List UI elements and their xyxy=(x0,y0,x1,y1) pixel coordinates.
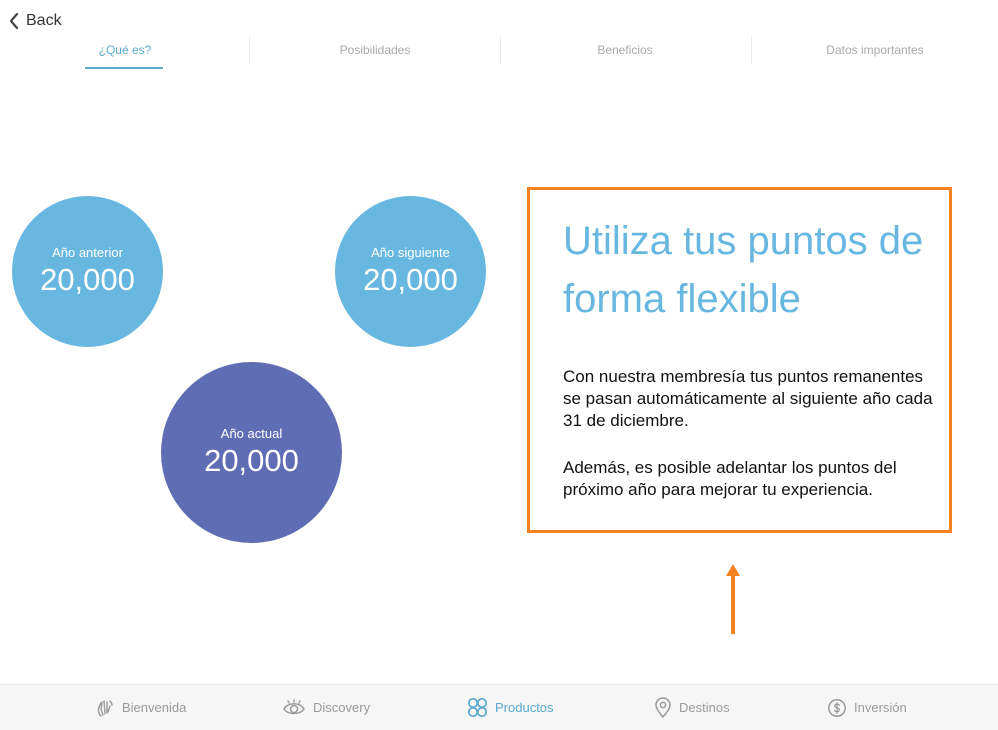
circle-previous-year: Año anterior 20,000 xyxy=(12,196,163,347)
content-paragraph: Además, es posible adelantar los puntos … xyxy=(563,458,897,499)
active-tab-indicator xyxy=(85,67,163,69)
nav-item-label: Inversión xyxy=(854,700,907,715)
nav-item-destinos[interactable]: Destinos xyxy=(654,685,730,730)
tab-divider xyxy=(249,36,250,64)
nav-item-label: Bienvenida xyxy=(122,700,187,715)
tab-posibilidades[interactable]: Posibilidades xyxy=(250,34,500,70)
circle-value: 20,000 xyxy=(204,443,299,478)
back-button[interactable]: Back xyxy=(8,10,62,32)
highlighted-content-box: Utiliza tus puntos de forma flexible Con… xyxy=(527,187,952,533)
content-paragraph: Con nuestra membresía tus puntos remanen… xyxy=(563,367,933,430)
chevron-left-icon xyxy=(9,12,19,30)
hand-wave-icon xyxy=(97,699,113,717)
clover-icon xyxy=(467,697,488,718)
circle-current-year: Año actual 20,000 xyxy=(161,362,342,543)
tab-datos-importantes[interactable]: Datos importantes xyxy=(750,34,998,70)
tab-divider xyxy=(751,36,752,64)
bottom-navigation: Bienvenida Discovery Productos Destinos … xyxy=(0,684,998,730)
eye-icon xyxy=(283,698,305,714)
nav-item-productos[interactable]: Productos xyxy=(467,685,554,730)
nav-item-inversion[interactable]: Inversión xyxy=(827,685,907,730)
circle-value: 20,000 xyxy=(40,262,135,297)
circle-label: Año actual xyxy=(220,426,283,441)
nav-item-label: Productos xyxy=(495,700,554,715)
circle-next-year: Año siguiente 20,000 xyxy=(335,196,486,347)
circle-value: 20,000 xyxy=(363,262,458,297)
back-label: Back xyxy=(26,12,62,29)
circle-label: Año siguiente xyxy=(371,245,450,260)
location-pin-icon xyxy=(655,696,671,718)
tab-beneficios[interactable]: Beneficios xyxy=(500,34,750,70)
arrow-up-icon xyxy=(726,564,740,634)
nav-item-discovery[interactable]: Discovery xyxy=(282,685,370,730)
nav-item-label: Destinos xyxy=(679,700,730,715)
nav-item-label: Discovery xyxy=(313,700,371,715)
coin-icon xyxy=(828,698,846,717)
nav-item-bienvenida[interactable]: Bienvenida xyxy=(95,685,186,730)
tab-que-es[interactable]: ¿Qué es? xyxy=(0,34,250,70)
circle-label: Año anterior xyxy=(52,245,123,260)
content-heading: Utiliza tus puntos de forma flexible xyxy=(563,219,924,321)
section-tabs: ¿Qué es? Posibilidades Beneficios Datos … xyxy=(0,34,998,70)
tab-divider xyxy=(500,36,501,64)
